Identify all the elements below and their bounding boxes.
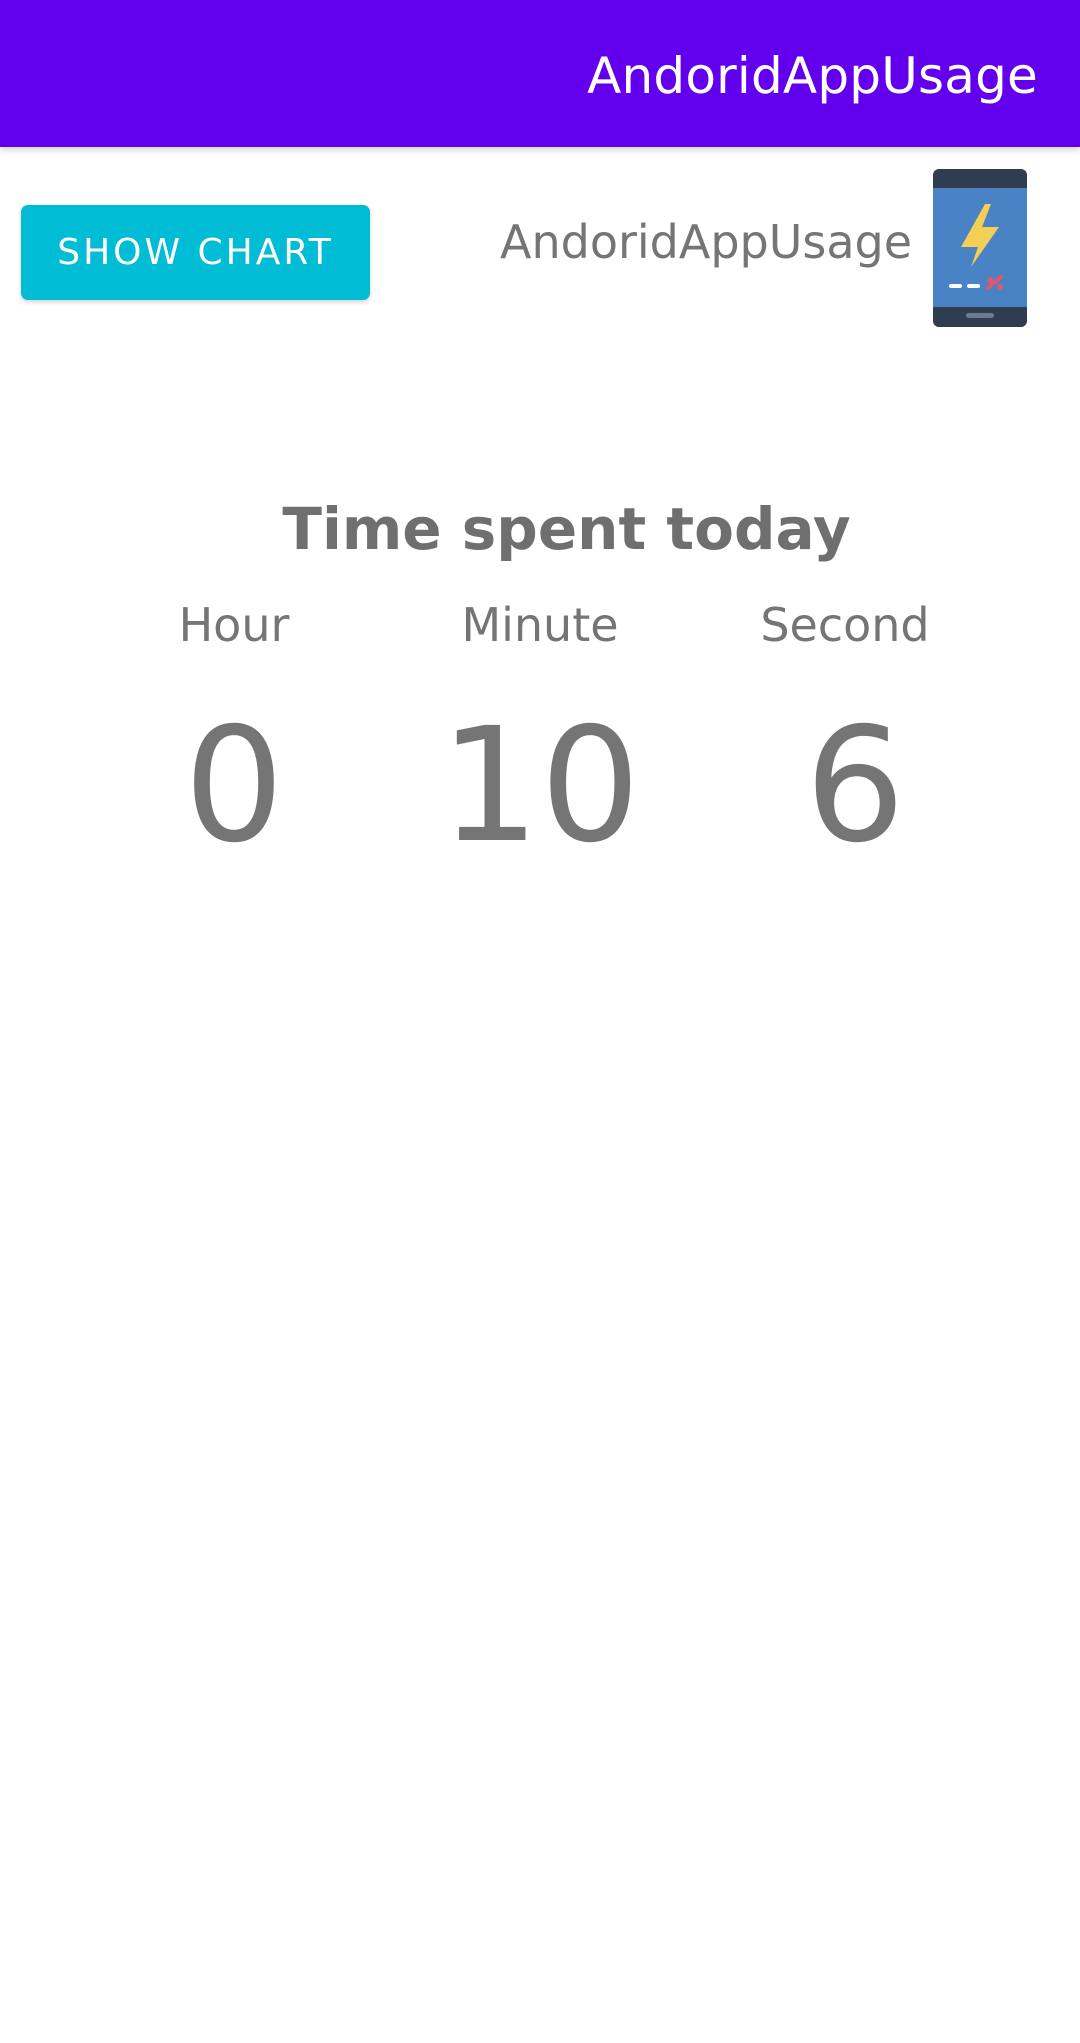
- app-bar: AndoridAppUsage: [0, 0, 1080, 147]
- minute-value: 10: [439, 694, 641, 878]
- app-name-label: AndoridAppUsage: [500, 215, 913, 269]
- hour-label: Hour: [178, 598, 290, 652]
- second-value: 6: [804, 694, 906, 878]
- show-chart-button[interactable]: SHOW CHART: [21, 205, 370, 300]
- app-bar-title: AndoridAppUsage: [587, 47, 1038, 105]
- show-chart-label: SHOW CHART: [57, 232, 334, 273]
- time-spent-title: Time spent today: [282, 495, 851, 563]
- hour-value: 0: [183, 694, 285, 878]
- minute-label: Minute: [461, 598, 619, 652]
- second-label: Second: [760, 598, 930, 652]
- phone-battery-icon: [933, 169, 1027, 327]
